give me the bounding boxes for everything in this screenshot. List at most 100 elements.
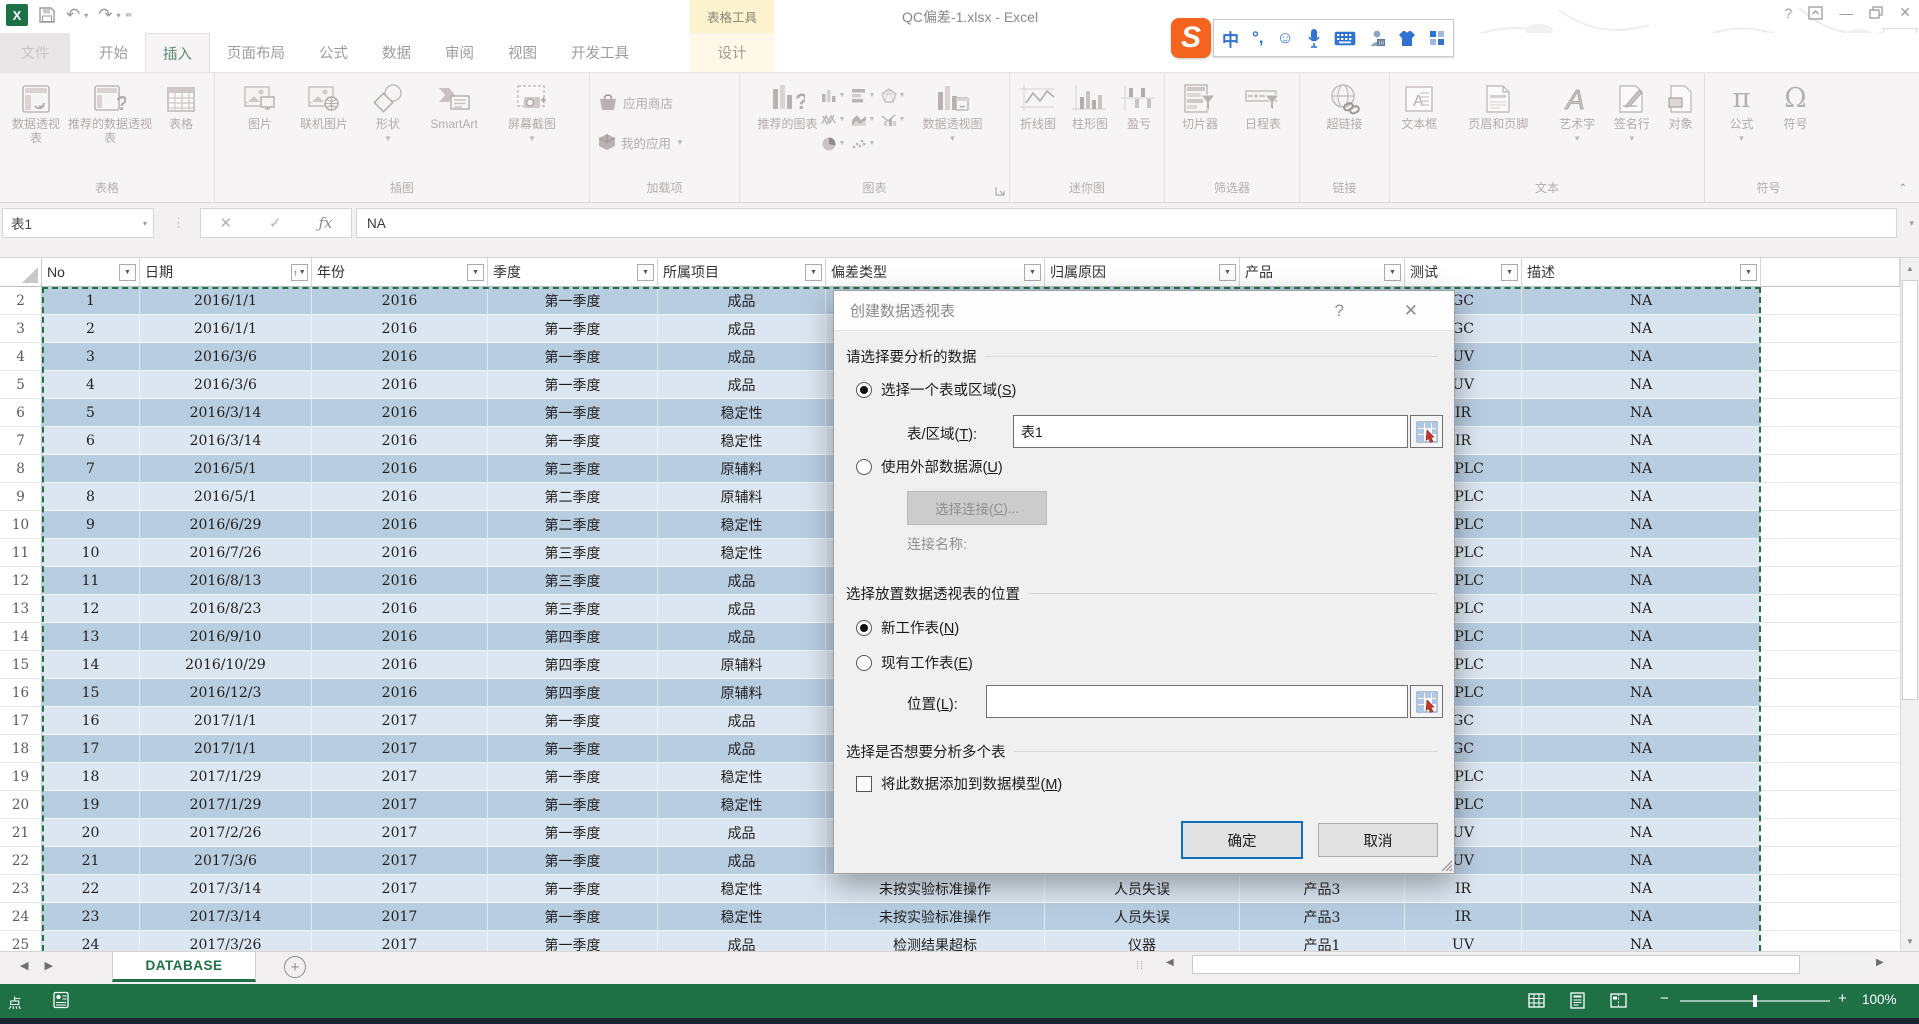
filter-dropdown-icon[interactable]: ▼ (1740, 264, 1757, 281)
cell[interactable]: 成品 (658, 567, 826, 595)
cell[interactable]: NA (1522, 511, 1761, 539)
cell[interactable]: 6 (42, 427, 140, 455)
cell[interactable]: NA (1522, 931, 1761, 951)
cancel-button[interactable]: 取消 (1318, 823, 1438, 857)
empty-cell[interactable] (1761, 455, 1900, 483)
empty-cell[interactable] (1761, 623, 1900, 651)
radio-external-source[interactable]: 使用外部数据源(U) (856, 456, 1003, 477)
cell[interactable]: 第一季度 (488, 427, 658, 455)
cell[interactable]: 成品 (658, 819, 826, 847)
pie-chart-button[interactable]: ▼ (821, 131, 851, 155)
cell[interactable]: 2016/8/23 (140, 595, 312, 623)
cell[interactable]: 原辅料 (658, 483, 826, 511)
radio-unselected-icon[interactable] (856, 655, 872, 671)
sheet-tab-database[interactable]: DATABASE (112, 952, 256, 982)
cell[interactable]: 2016 (312, 343, 488, 371)
cell[interactable]: 2016 (312, 623, 488, 651)
row-header-15[interactable]: 15 (0, 651, 42, 679)
cell[interactable]: 1 (42, 287, 140, 315)
cell[interactable]: 2016/12/3 (140, 679, 312, 707)
sparkline-column-button[interactable]: 柱形图 (1065, 77, 1115, 131)
cell[interactable]: 原辅料 (658, 679, 826, 707)
cell[interactable]: 稳定性 (658, 763, 826, 791)
cell[interactable]: 第一季度 (488, 707, 658, 735)
cell[interactable]: 第一季度 (488, 791, 658, 819)
cell[interactable]: 2016/3/6 (140, 371, 312, 399)
row-header-9[interactable]: 9 (0, 483, 42, 511)
cell[interactable]: 成品 (658, 343, 826, 371)
cell[interactable]: 11 (42, 567, 140, 595)
empty-cell[interactable] (1761, 399, 1900, 427)
cell[interactable]: 4 (42, 371, 140, 399)
empty-cell[interactable] (1761, 819, 1900, 847)
pictures-button[interactable]: 图片 (234, 77, 286, 131)
zoom-level[interactable]: 100% (1862, 992, 1897, 1007)
cell[interactable]: 成品 (658, 371, 826, 399)
cell[interactable]: 2017 (312, 763, 488, 791)
cell[interactable]: 19 (42, 791, 140, 819)
column-header-7[interactable]: 归属原因▼ (1045, 258, 1240, 287)
cell[interactable]: 2017 (312, 707, 488, 735)
dialog-close-icon[interactable]: ✕ (1404, 301, 1418, 321)
row-header-23[interactable]: 23 (0, 875, 42, 903)
filter-dropdown-icon[interactable]: ▼ (467, 264, 484, 281)
cell[interactable]: 稳定性 (658, 903, 826, 931)
cell[interactable]: 2017 (312, 735, 488, 763)
ime-voice-icon[interactable] (1307, 28, 1321, 48)
empty-cell[interactable] (1761, 595, 1900, 623)
hyperlink-button[interactable]: 超链接 (1315, 77, 1375, 131)
row-header-17[interactable]: 17 (0, 707, 42, 735)
range-picker-button[interactable] (1410, 415, 1443, 448)
cell[interactable]: 第四季度 (488, 623, 658, 651)
empty-cell[interactable] (1761, 735, 1900, 763)
shapes-dropdown-icon[interactable]: ▼ (384, 132, 392, 146)
cell[interactable]: NA (1522, 651, 1761, 679)
symbol-button[interactable]: Ω 符号 (1770, 77, 1822, 131)
screenshot-dropdown-icon[interactable]: ▼ (528, 132, 536, 146)
cell[interactable]: 2017 (312, 931, 488, 951)
cell[interactable]: 2016 (312, 483, 488, 511)
cell[interactable]: NA (1522, 315, 1761, 343)
cell[interactable]: 第二季度 (488, 483, 658, 511)
expand-formula-bar-icon[interactable]: ▾ (1909, 218, 1914, 229)
table-range-input[interactable]: 表1 (1013, 415, 1408, 448)
cancel-entry-icon[interactable]: ✕ (219, 214, 232, 232)
cell[interactable]: UV (1405, 931, 1522, 951)
tab-file[interactable]: 文件 (0, 33, 70, 72)
cell[interactable]: NA (1522, 455, 1761, 483)
smartart-button[interactable]: SmartArt (416, 77, 492, 131)
cell[interactable]: 第一季度 (488, 371, 658, 399)
cell[interactable]: NA (1522, 819, 1761, 847)
column-header-8[interactable]: 产品▼ (1240, 258, 1405, 287)
cell[interactable]: 2016 (312, 651, 488, 679)
equation-dropdown-icon[interactable]: ▼ (1738, 132, 1746, 146)
tab-developer[interactable]: 开发工具 (554, 33, 646, 72)
app-store-button[interactable]: 应用商店 (598, 87, 673, 117)
cell[interactable]: 成品 (658, 595, 826, 623)
scroll-up-icon[interactable]: ▲ (1901, 259, 1919, 277)
row-header-13[interactable]: 13 (0, 595, 42, 623)
filter-dropdown-icon[interactable]: ▼ (1384, 264, 1401, 281)
cell[interactable]: NA (1522, 875, 1761, 903)
close-icon[interactable]: ✕ (1899, 4, 1911, 21)
horizontal-scrollbar[interactable] (1186, 955, 1872, 975)
cell[interactable]: 2017 (312, 819, 488, 847)
cell[interactable]: 2 (42, 315, 140, 343)
column-chart-button[interactable]: ▼ (821, 83, 851, 107)
cell[interactable]: 稳定性 (658, 427, 826, 455)
cell[interactable]: 9 (42, 511, 140, 539)
radar-chart-button[interactable]: ▼ (881, 83, 911, 107)
row-header-19[interactable]: 19 (0, 763, 42, 791)
cell[interactable]: 成品 (658, 287, 826, 315)
row-header-20[interactable]: 20 (0, 791, 42, 819)
scroll-left-icon[interactable]: ◀ (1166, 957, 1174, 968)
cell[interactable]: 成品 (658, 623, 826, 651)
tab-page-layout[interactable]: 页面布局 (210, 33, 302, 72)
screenshot-button[interactable]: 屏幕截图 ▼ (494, 77, 570, 146)
ime-punctuation-icon[interactable]: °, (1252, 28, 1264, 48)
cell[interactable]: 第一季度 (488, 763, 658, 791)
zoom-in-icon[interactable]: + (1838, 990, 1847, 1007)
cell[interactable]: 第一季度 (488, 399, 658, 427)
insert-function-icon[interactable]: ƒx (319, 214, 333, 232)
filter-dropdown-icon[interactable]: ▼ (637, 264, 654, 281)
